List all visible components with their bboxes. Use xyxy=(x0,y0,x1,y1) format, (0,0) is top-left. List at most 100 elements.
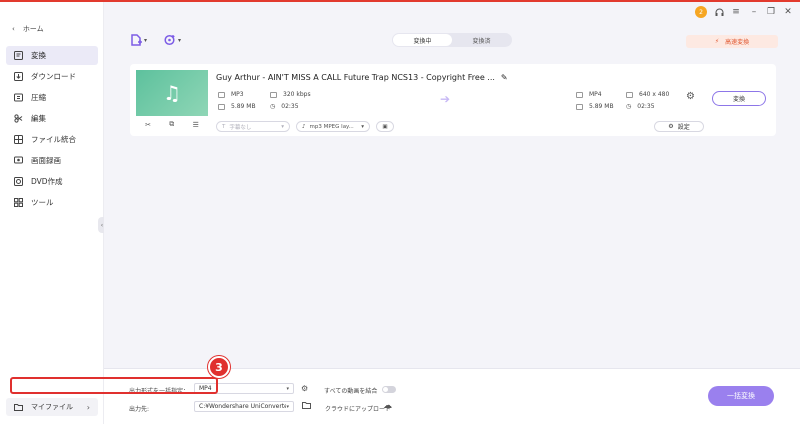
sidebar-item-tools[interactable]: ツール xyxy=(6,193,98,212)
clock-icon: ◷ xyxy=(626,103,632,110)
file-name: Guy Arthur - AIN'T MISS A CALL Future Tr… xyxy=(216,73,495,82)
add-device-icon xyxy=(164,34,175,46)
audio-track-text: mp3 MPEG lay... xyxy=(309,123,354,130)
clock-icon: ◷ xyxy=(270,103,276,110)
sidebar-item-merge[interactable]: ファイル統合 xyxy=(6,130,98,149)
source-bitrate-text: 320 kbps xyxy=(283,91,311,98)
tab-converted[interactable]: 変換済 xyxy=(452,34,511,46)
convert-button[interactable]: 変換 xyxy=(712,91,766,106)
subtitle-text: 字幕なし xyxy=(229,124,252,131)
file-card: ♫ ✂ ⧉ ☰ Guy Arthur - AIN'T MISS A CALL F… xyxy=(130,64,776,136)
source-bitrate: 320 kbps xyxy=(270,91,311,98)
thumb-tools: ✂ ⧉ ☰ xyxy=(136,117,208,132)
bitrate-icon xyxy=(270,91,277,98)
source-duration-text: 02:35 xyxy=(281,103,299,110)
folder-icon xyxy=(14,403,23,412)
file-name-row: Guy Arthur - AIN'T MISS A CALL Future Tr… xyxy=(216,73,508,82)
sidebar-item-label: ファイル統合 xyxy=(31,135,76,144)
image-button[interactable]: ▣ xyxy=(376,121,394,132)
target-format-text: MP4 xyxy=(589,91,602,98)
format-icon xyxy=(218,91,225,98)
record-icon xyxy=(14,156,23,165)
sidebar-item-label: 変換 xyxy=(31,51,46,60)
high-speed-convert-button[interactable]: ⚡ 高速変換 xyxy=(686,35,778,48)
edit-icon xyxy=(14,114,23,123)
format-icon xyxy=(576,91,583,98)
source-size-text: 5.89 MB xyxy=(231,103,256,110)
chevron-down-icon: ▾ xyxy=(361,123,364,130)
music-note-icon: ♫ xyxy=(163,81,181,105)
target-duration: ◷ 02:35 xyxy=(626,103,655,110)
source-size: 5.89 MB xyxy=(218,103,256,110)
sidebar-item-compress[interactable]: 圧縮 xyxy=(6,88,98,107)
high-speed-label: 高速変換 xyxy=(725,39,750,46)
rename-icon[interactable]: ✎ xyxy=(501,73,508,82)
sidebar-item-edit[interactable]: 編集 xyxy=(6,109,98,128)
dvd-icon xyxy=(14,177,23,186)
highlight-output-format xyxy=(10,377,218,394)
back-arrow-icon: ‹ xyxy=(12,25,15,33)
home-link[interactable]: ‹ ホーム xyxy=(12,22,44,36)
tab-converting[interactable]: 変換中 xyxy=(393,34,452,46)
sidebar-item-record[interactable]: 画面録画 xyxy=(6,151,98,170)
close-icon[interactable]: ✕ xyxy=(782,6,794,18)
target-size: 5.89 MB xyxy=(576,103,614,110)
resolution-icon xyxy=(626,91,633,98)
user-avatar[interactable]: 2 xyxy=(695,6,707,18)
sidebar-item-dvd[interactable]: DVD作成 xyxy=(6,172,98,191)
add-files-button[interactable]: ▾ xyxy=(130,34,147,46)
add-from-device-button[interactable]: ▾ xyxy=(164,34,181,46)
lightning-icon: ⚡ xyxy=(714,38,720,45)
target-resolution-text: 640 x 480 xyxy=(639,91,670,98)
chevron-right-icon: › xyxy=(86,402,90,412)
subtitle-select[interactable]: T 字幕なし ▾ xyxy=(216,121,290,132)
open-folder-icon[interactable] xyxy=(302,401,311,411)
output-path-select[interactable]: C:¥Wondershare UniConverter 1 ▾ xyxy=(194,401,294,412)
sidebar: ‹ ホーム 変換 ダウンロード 圧縮 編集 ファイル統合 画面録画 DVD作成 … xyxy=(0,2,104,424)
add-file-icon xyxy=(131,34,142,46)
folder-icon xyxy=(576,103,583,110)
audio-track-select[interactable]: ♪ mp3 MPEG lay... ▾ xyxy=(296,121,370,132)
sidebar-item-label: DVD作成 xyxy=(31,177,63,186)
scissors-icon[interactable]: ✂ xyxy=(145,121,151,129)
effects-icon[interactable]: ☰ xyxy=(193,121,199,129)
file-thumbnail[interactable]: ♫ xyxy=(136,70,208,116)
settings-label: 設定 xyxy=(677,124,690,131)
sidebar-item-label: 画面録画 xyxy=(31,156,61,165)
toolbar: ▾ ▾ 変換中 変換済 ⚡ 高速変換 2 ≡ – ❐ ✕ xyxy=(104,2,800,58)
sidebar-item-convert[interactable]: 変換 xyxy=(6,46,98,65)
output-settings-icon[interactable]: ⚙ xyxy=(686,91,695,102)
chevron-down-icon: ▾ xyxy=(286,403,289,410)
output-path-value: C:¥Wondershare UniConverter 1 xyxy=(199,403,287,410)
merge-icon xyxy=(14,135,23,144)
compress-icon xyxy=(14,93,23,102)
chevron-down-icon: ▾ xyxy=(281,123,284,130)
crop-icon[interactable]: ⧉ xyxy=(169,120,174,129)
chevron-down-icon: ▾ xyxy=(144,36,148,44)
sidebar-item-download[interactable]: ダウンロード xyxy=(6,67,98,86)
subtitle-icon: T xyxy=(222,123,226,130)
merge-label: すべての動画を結合 xyxy=(324,388,378,395)
convert-icon xyxy=(14,51,23,60)
headset-icon[interactable] xyxy=(713,6,725,18)
source-format-text: MP3 xyxy=(231,91,244,98)
download-icon xyxy=(14,72,23,81)
my-files-button[interactable]: マイファイル › xyxy=(6,398,98,416)
target-format: MP4 xyxy=(576,91,602,98)
source-format: MP3 xyxy=(218,91,244,98)
merge-toggle[interactable] xyxy=(382,386,396,393)
sidebar-item-label: 圧縮 xyxy=(31,93,46,102)
restore-icon[interactable]: ❐ xyxy=(765,6,777,18)
status-tabs: 変換中 変換済 xyxy=(392,33,512,47)
cloud-icon[interactable]: ☁ xyxy=(383,401,392,411)
format-settings-icon[interactable]: ⚙ xyxy=(301,384,308,393)
audio-icon: ♪ xyxy=(302,123,306,130)
batch-convert-button[interactable]: 一括変換 xyxy=(708,386,774,406)
menu-icon[interactable]: ≡ xyxy=(730,6,742,18)
sidebar-item-label: ダウンロード xyxy=(31,72,76,81)
sidebar-item-label: ツール xyxy=(31,198,54,207)
settings-button[interactable]: ⚙ 設定 xyxy=(654,121,704,132)
target-size-text: 5.89 MB xyxy=(589,103,614,110)
image-icon: ▣ xyxy=(382,123,388,130)
minimize-icon[interactable]: – xyxy=(748,6,760,18)
